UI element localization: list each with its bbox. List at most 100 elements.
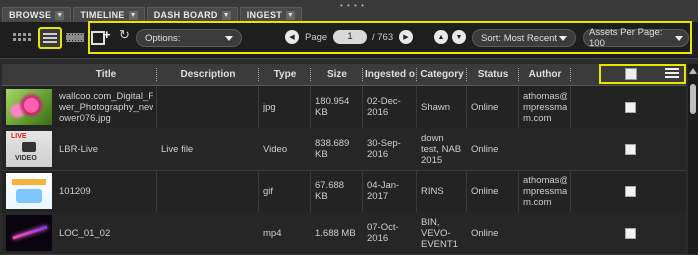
cell-category: RINS bbox=[421, 170, 463, 212]
cell-title: wallcoo.com_Digital_Flo wer_Photography_n… bbox=[59, 86, 153, 128]
assets-table: Title Description Type Size Ingested o C… bbox=[2, 64, 686, 255]
tab-label: INGEST bbox=[246, 10, 283, 20]
row-select-checkbox[interactable] bbox=[625, 186, 636, 197]
thumbnail-art bbox=[12, 179, 46, 185]
cell-text: Live file bbox=[161, 143, 194, 155]
cell-text-line: wer_Photography_newfl bbox=[59, 101, 153, 113]
thumbnail-image[interactable] bbox=[6, 215, 52, 251]
column-header-author[interactable]: Author bbox=[520, 64, 570, 85]
sort-label: Sort: Most Recent bbox=[481, 32, 558, 44]
assets-per-page-label: Assets Per Page: 100 bbox=[589, 27, 663, 49]
column-chooser-icon[interactable] bbox=[665, 68, 679, 79]
table-row[interactable]: 101209 gif 67.688 KB 04-Jan-2017 RINS Online a… bbox=[2, 170, 686, 213]
sort-descending-button[interactable]: ▼ bbox=[452, 30, 466, 44]
column-header-type[interactable]: Type bbox=[260, 64, 310, 85]
cell-author: athomas@empressmam.com bbox=[523, 86, 567, 128]
cell-category: Shawn bbox=[421, 86, 463, 128]
prev-page-button[interactable]: ◀ bbox=[285, 30, 299, 44]
main-tabs: BROWSE ▼ TIMELINE ▼ DASH BOARD ▼ INGEST ▼ bbox=[2, 7, 303, 22]
page-total: / 763 bbox=[372, 32, 394, 43]
tab-timeline[interactable]: TIMELINE ▼ bbox=[73, 7, 145, 22]
row-select-checkbox[interactable] bbox=[625, 102, 636, 113]
table-header: Title Description Type Size Ingested o C… bbox=[2, 64, 686, 86]
thumbnail-art bbox=[12, 225, 48, 240]
table-row[interactable]: LOC_01_02 mp4 1.688 MB 07-Oct-2016 BIN, VEVO… bbox=[2, 212, 686, 255]
cell-text-line: wallcoo.com_Digital_Flo bbox=[59, 90, 153, 102]
column-header-status[interactable]: Status bbox=[468, 64, 518, 85]
cell-type: jpg bbox=[263, 86, 307, 128]
cell-text-line: 101209 bbox=[59, 185, 91, 197]
thumbnail-art bbox=[16, 189, 42, 203]
column-header-description[interactable]: Description bbox=[158, 64, 258, 85]
list-view-icon[interactable] bbox=[38, 27, 62, 49]
cell-type: gif bbox=[263, 170, 307, 212]
cell-ingested: 07-Oct-2016 bbox=[367, 212, 413, 254]
vertical-scrollbar[interactable] bbox=[688, 64, 698, 254]
tab-label: TIMELINE bbox=[80, 10, 125, 20]
cell-text: BIN, VEVO-EVENT1 bbox=[421, 216, 458, 250]
cell-text: 30-Sep-2016 bbox=[367, 138, 401, 160]
cell-text: 838.689 KB bbox=[315, 138, 350, 160]
assets-per-page-dropdown[interactable]: Assets Per Page: 100 bbox=[583, 27, 689, 49]
thumbnail-image[interactable] bbox=[6, 173, 52, 209]
column-resize-handle[interactable] bbox=[570, 68, 573, 81]
scroll-up-icon[interactable] bbox=[689, 68, 697, 74]
select-all-checkbox[interactable] bbox=[625, 68, 637, 80]
thumbnail-image[interactable] bbox=[6, 89, 52, 125]
tab-dashboard[interactable]: DASH BOARD ▼ bbox=[146, 7, 238, 22]
refresh-icon[interactable]: ↻ bbox=[119, 27, 130, 43]
column-header-category[interactable]: Category bbox=[418, 64, 466, 85]
sort-dropdown[interactable]: Sort: Most Recent bbox=[472, 29, 576, 47]
top-bar: • • • • BROWSE ▼ TIMELINE ▼ DASH BOARD ▼ IN… bbox=[0, 0, 698, 22]
cell-text: Online bbox=[471, 185, 499, 197]
tab-ingest[interactable]: INGEST ▼ bbox=[239, 7, 303, 22]
drag-grip-icon[interactable]: • • • • bbox=[340, 1, 365, 10]
cell-category: BIN, VEVO-EVENT1 bbox=[421, 212, 463, 254]
cell-status: Online bbox=[471, 170, 515, 212]
cell-text: mp4 bbox=[263, 227, 282, 239]
filmstrip-view-icon[interactable] bbox=[66, 33, 84, 42]
chevron-down-icon[interactable]: ▼ bbox=[128, 10, 138, 20]
grid-view-icon[interactable] bbox=[13, 31, 35, 45]
cell-title: LBR-Live bbox=[59, 128, 153, 170]
cell-description bbox=[161, 170, 255, 212]
scrollbar-thumb[interactable] bbox=[690, 84, 696, 114]
chevron-down-icon bbox=[675, 35, 683, 41]
row-select-checkbox[interactable] bbox=[625, 228, 636, 239]
thumbnail-image[interactable]: LIVE VIDEO bbox=[6, 131, 52, 167]
column-header-size[interactable]: Size bbox=[312, 64, 362, 85]
chevron-down-icon[interactable]: ▼ bbox=[286, 10, 296, 20]
cell-text-line: LBR-Live bbox=[59, 143, 99, 155]
chevron-down-icon bbox=[559, 35, 567, 41]
table-row[interactable]: wallcoo.com_Digital_Flo wer_Photography_n… bbox=[2, 86, 686, 129]
cell-text: 07-Oct-2016 bbox=[367, 222, 399, 244]
cell-text: Online bbox=[471, 227, 499, 239]
tab-browse[interactable]: BROWSE ▼ bbox=[2, 7, 72, 22]
cell-author: athomas@empressmam.com bbox=[523, 170, 567, 212]
chevron-down-icon[interactable]: ▼ bbox=[221, 10, 231, 20]
table-row[interactable]: LIVE VIDEO LBR-Live Live file Video 838.689 K… bbox=[2, 128, 686, 171]
sort-ascending-button[interactable]: ▲ bbox=[434, 30, 448, 44]
options-dropdown[interactable]: Options: bbox=[136, 29, 242, 47]
chevron-down-icon[interactable]: ▼ bbox=[55, 10, 65, 20]
cell-text: 180.954 KB bbox=[315, 96, 350, 118]
column-header-title[interactable]: Title bbox=[56, 64, 156, 85]
cell-description bbox=[161, 212, 255, 254]
cell-text-line: athomas@e bbox=[523, 174, 567, 186]
live-badge: LIVE bbox=[11, 133, 27, 140]
next-page-button[interactable]: ▶ bbox=[399, 30, 413, 44]
cell-text-line: mpressma bbox=[523, 185, 567, 197]
cell-title: 101209 bbox=[59, 170, 153, 212]
row-select-checkbox[interactable] bbox=[625, 144, 636, 155]
cell-description bbox=[161, 86, 255, 128]
chevron-down-icon bbox=[225, 35, 233, 41]
cell-text: gif bbox=[263, 185, 274, 197]
cell-title: LOC_01_02 bbox=[59, 212, 153, 254]
cell-text: 1.688 MB bbox=[315, 227, 356, 239]
column-header-ingested[interactable]: Ingested o bbox=[364, 64, 416, 85]
cell-size: 67.688 KB bbox=[315, 170, 359, 212]
page-input[interactable]: 1 bbox=[333, 30, 367, 44]
cell-text-line: mpressma bbox=[523, 101, 567, 113]
cell-status: Online bbox=[471, 128, 515, 170]
cell-size: 1.688 MB bbox=[315, 212, 359, 254]
